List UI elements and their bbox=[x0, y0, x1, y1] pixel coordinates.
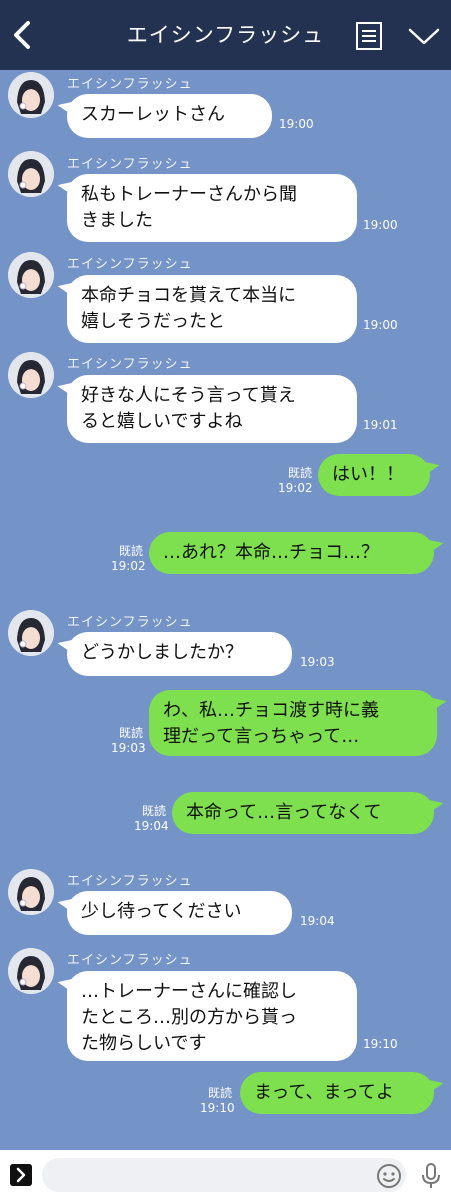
message-bubble[interactable]: スカーレットさん bbox=[67, 94, 272, 138]
message-time: 19:04 bbox=[300, 914, 335, 928]
sender-name: エイシンフラッシュ bbox=[67, 615, 193, 630]
message-bubble[interactable]: どうかしましたか？ bbox=[67, 632, 292, 676]
message-bubble[interactable]: 好きな人にそう言って貰え ると嬉しいですよね bbox=[67, 375, 357, 443]
message-time: 19:02 bbox=[111, 559, 146, 573]
avatar[interactable] bbox=[8, 151, 54, 197]
read-label: 既読 bbox=[118, 726, 143, 740]
read-receipt: 既読 19:02 bbox=[278, 466, 313, 496]
message-bubble[interactable]: はい！！ bbox=[318, 454, 430, 496]
read-receipt: 既読 19:03 bbox=[111, 726, 146, 756]
sender-name: エイシンフラッシュ bbox=[67, 874, 193, 889]
message-time: 19:00 bbox=[363, 218, 398, 232]
message-time: 19:03 bbox=[300, 655, 335, 669]
sender-name: エイシンフラッシュ bbox=[67, 357, 193, 372]
message-time: 19:02 bbox=[278, 481, 313, 495]
read-receipt: 既読 19:04 bbox=[134, 804, 169, 834]
chat-header: エイシンフラッシュ bbox=[0, 0, 451, 70]
message-bubble[interactable]: まって、まってよ bbox=[240, 1072, 434, 1114]
message-bubble[interactable]: …あれ？本命…チョコ…？ bbox=[149, 532, 434, 574]
message-composer bbox=[0, 1150, 451, 1200]
message-bubble[interactable]: わ、私…チョコ渡す時に義 理だって言っちゃって… bbox=[149, 690, 437, 756]
avatar[interactable] bbox=[8, 352, 54, 398]
read-receipt: 既読 19:02 bbox=[111, 544, 146, 574]
emoji-icon[interactable] bbox=[376, 1163, 402, 1189]
read-label: 既読 bbox=[287, 466, 312, 480]
message-bubble[interactable]: 本命って…言ってなくて bbox=[172, 792, 434, 834]
read-receipt: 既読 19:10 bbox=[200, 1086, 235, 1116]
chevron-down-icon[interactable] bbox=[407, 24, 441, 48]
chat-title: エイシンフラッシュ bbox=[126, 23, 325, 47]
read-label: 既読 bbox=[207, 1086, 232, 1100]
message-bubble[interactable]: 本命チョコを貰えて本当に 嬉しそうだったと bbox=[67, 275, 357, 343]
read-label: 既読 bbox=[118, 544, 143, 558]
message-list[interactable]: エイシンフラッシュ スカーレットさん 19:00 エイシンフラッシュ 私もトレー… bbox=[0, 70, 451, 1150]
message-bubble[interactable]: 少し待ってください bbox=[67, 891, 292, 935]
avatar[interactable] bbox=[8, 252, 54, 298]
chevron-right-icon[interactable] bbox=[10, 1164, 32, 1186]
sender-name: エイシンフラッシュ bbox=[67, 157, 193, 172]
message-time: 19:00 bbox=[363, 318, 398, 332]
sender-name: エイシンフラッシュ bbox=[67, 953, 193, 968]
message-time: 19:00 bbox=[279, 117, 314, 131]
read-label: 既読 bbox=[141, 804, 166, 818]
message-bubble[interactable]: 私もトレーナーさんから聞 きました bbox=[67, 174, 357, 242]
sender-name: エイシンフラッシュ bbox=[67, 257, 193, 272]
message-time: 19:10 bbox=[200, 1101, 235, 1115]
sender-name: エイシンフラッシュ bbox=[67, 77, 193, 92]
message-time: 19:04 bbox=[134, 819, 169, 833]
message-time: 19:03 bbox=[111, 741, 146, 755]
avatar[interactable] bbox=[8, 72, 54, 118]
menu-icon[interactable] bbox=[355, 21, 383, 51]
avatar[interactable] bbox=[8, 610, 54, 656]
message-time: 19:10 bbox=[363, 1037, 398, 1051]
message-bubble[interactable]: …トレーナーさんに確認し たところ…別の方から貰っ た物らしいです bbox=[67, 971, 357, 1061]
avatar[interactable] bbox=[8, 869, 54, 915]
message-time: 19:01 bbox=[363, 418, 398, 432]
avatar[interactable] bbox=[8, 948, 54, 994]
message-input[interactable] bbox=[42, 1158, 406, 1192]
microphone-icon[interactable] bbox=[420, 1161, 442, 1191]
